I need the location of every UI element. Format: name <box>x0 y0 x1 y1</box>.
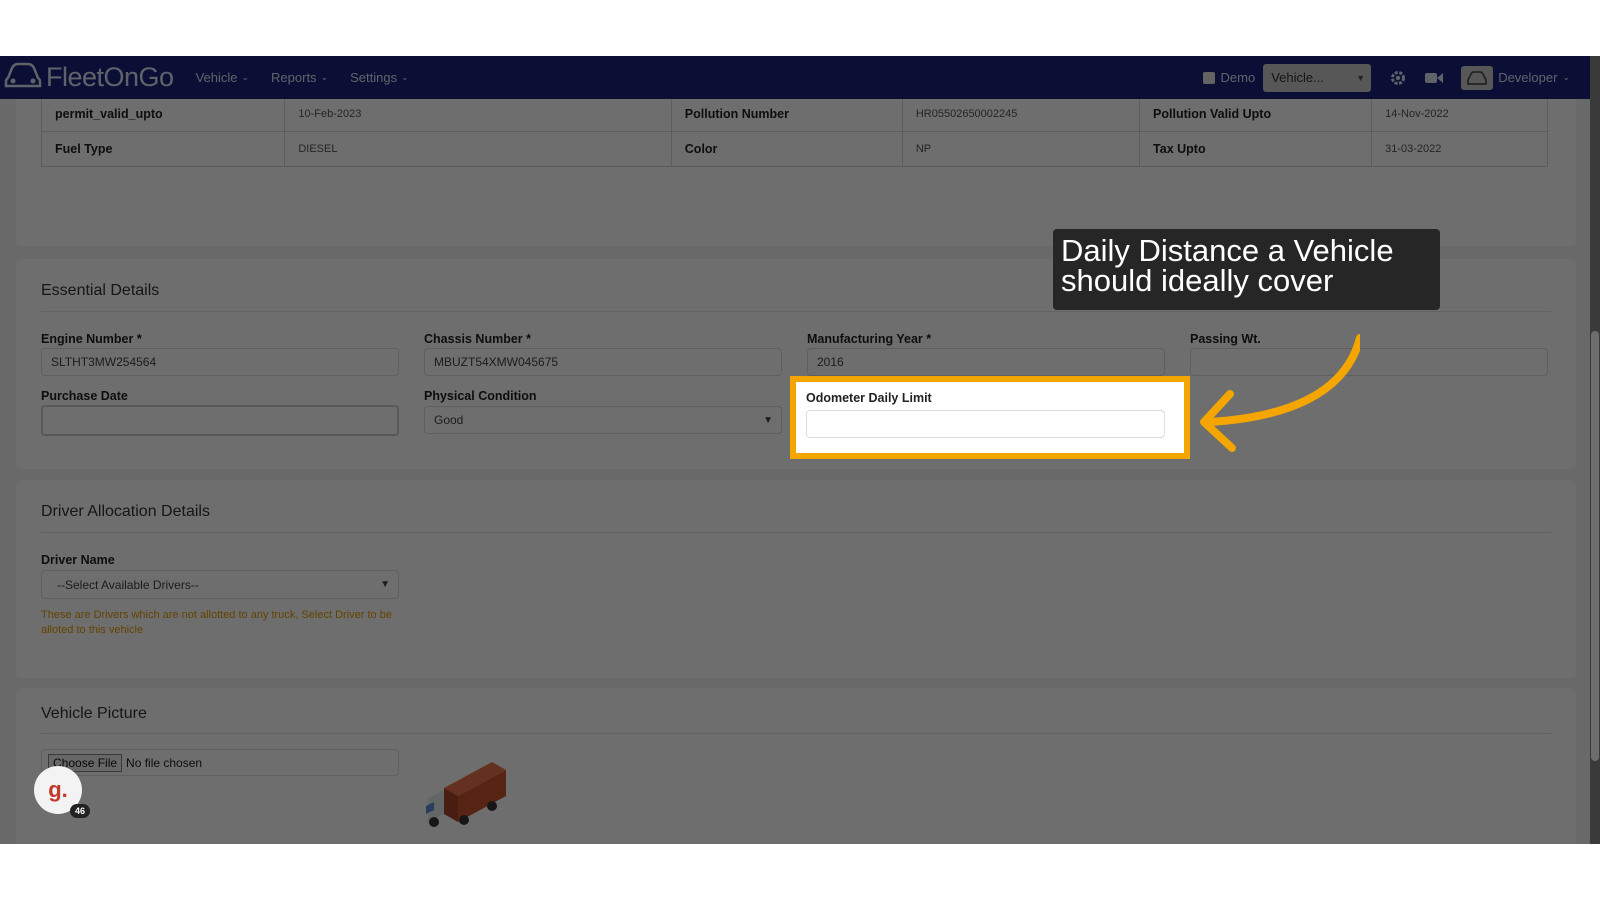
manufacturing-year-input[interactable]: 2016 <box>807 348 1165 376</box>
section-title-driver: Driver Allocation Details <box>41 503 210 520</box>
table-value-cell: 10-Feb-2023 <box>284 96 672 132</box>
driver-hint-text: These are Drivers which are not allotted… <box>41 609 392 636</box>
table-value-cell: DIESEL <box>284 131 672 167</box>
vehicle-truck-image <box>422 748 514 833</box>
driver-select[interactable]: --Select Available Drivers-- ▼ <box>41 570 399 599</box>
table-row: permit_valid_upto 10-Feb-2023 Pollution Nu… <box>40 96 1548 132</box>
divider <box>41 532 1551 533</box>
demo-toggle[interactable]: Demo <box>1202 70 1256 85</box>
avatar <box>1461 65 1494 90</box>
divider <box>41 733 1551 734</box>
table-key-cell: Pollution Valid Upto <box>1139 96 1373 132</box>
chevron-down-icon: ▼ <box>1356 72 1366 83</box>
table-key-cell: Pollution Number <box>670 96 903 132</box>
table-key-cell: Tax Upto <box>1139 131 1373 167</box>
chevron-down-icon: ⌄ <box>401 72 409 82</box>
demo-label: Demo <box>1220 70 1256 85</box>
table-key-cell: permit_valid_upto <box>40 96 286 132</box>
table-value-cell: HR05502650002245 <box>901 96 1141 132</box>
table-row: Fuel Type DIESEL Color NP Tax Upto 31-03-2022 <box>40 131 1548 167</box>
scrollbar-thumb[interactable] <box>1591 331 1599 761</box>
chassis-number-input[interactable]: MBUZT54XMW045675 <box>424 348 782 376</box>
table-key-cell: Fuel Type <box>40 131 286 167</box>
driver-select-value: --Select Available Drivers-- <box>57 577 199 592</box>
top-navbar: FleetOnGo Vehicle ⌄ Reports ⌄ Settings ⌄ De… <box>0 56 1590 99</box>
physical-condition-value: Good <box>434 413 464 427</box>
chevron-down-icon: ▼ <box>380 579 390 590</box>
engine-number-label: Engine Number * <box>41 332 142 346</box>
table-value-cell: NP <box>901 131 1141 167</box>
vehicle-picture-card: Vehicle Picture Choose File No file chos… <box>16 688 1576 844</box>
app-frame: Fitness Upto15-Nov-2023Registered AtRTA,… <box>0 56 1600 844</box>
demo-checkbox[interactable] <box>1202 71 1215 84</box>
section-title-picture: Vehicle Picture <box>41 705 147 722</box>
brand-logo[interactable]: FleetOnGo <box>4 60 174 95</box>
chevron-down-icon: ▼ <box>763 414 773 426</box>
physical-condition-select[interactable]: Good ▼ <box>424 406 782 434</box>
nav-menu-settings[interactable]: Settings ⌄ <box>350 70 409 85</box>
vehicle-select-value: Vehicle... <box>1271 70 1324 85</box>
vehicle-picture-file-input[interactable]: Choose File No file chosen <box>41 749 399 776</box>
help-widget-button[interactable]: g. 46 <box>34 766 90 818</box>
gear-icon[interactable] <box>1389 69 1407 87</box>
chassis-number-label: Chassis Number * <box>424 332 531 346</box>
notification-badge: 46 <box>69 804 90 818</box>
manufacturing-year-label: Manufacturing Year * <box>807 332 932 346</box>
video-camera-icon[interactable] <box>1425 71 1444 85</box>
navbar-right: Demo Vehicle... ▼ Developer ⌄ <box>1202 56 1591 99</box>
nav-menu-vehicle[interactable]: Vehicle ⌄ <box>196 70 249 85</box>
table-value-cell: 14-Nov-2022 <box>1371 96 1548 132</box>
nav-menu-reports[interactable]: Reports ⌄ <box>271 70 328 85</box>
nav-menu-label: Settings <box>350 70 398 85</box>
widget-logo-letter: g. <box>48 777 68 802</box>
odometer-daily-limit-label: Odometer Daily Limit <box>806 391 932 405</box>
table-key-cell: Color <box>670 131 903 167</box>
purchase-date-input[interactable] <box>41 405 399 436</box>
odometer-daily-limit-input[interactable] <box>806 410 1165 438</box>
arrow-icon <box>1190 334 1364 464</box>
car-icon <box>4 60 42 95</box>
purchase-date-label: Purchase Date <box>41 389 128 403</box>
chevron-down-icon: ⌄ <box>241 72 250 82</box>
vehicle-select[interactable]: Vehicle... ▼ <box>1263 63 1372 92</box>
odometer-highlight: Odometer Daily Limit <box>790 376 1190 459</box>
section-title-essential: Essential Details <box>41 282 160 299</box>
chevron-down-icon: ⌄ <box>320 72 329 82</box>
driver-name-label: Driver Name <box>41 553 115 567</box>
user-name: Developer <box>1498 70 1558 85</box>
physical-condition-label: Physical Condition <box>424 389 537 403</box>
nav-menu-label: Vehicle <box>195 70 238 85</box>
guide-tooltip: Daily Distance a Vehicle should ideally … <box>1053 229 1440 310</box>
table-value-cell: 31-03-2022 <box>1371 131 1548 167</box>
user-menu[interactable]: Developer ⌄ <box>1461 65 1570 90</box>
driver-allocation-card: Driver Allocation Details Driver Name --… <box>16 480 1576 678</box>
engine-number-input[interactable]: SLTHT3MW254564 <box>41 348 399 376</box>
brand-name: FleetOnGo <box>46 62 174 92</box>
divider <box>41 311 1551 312</box>
no-file-text: No file chosen <box>126 755 203 770</box>
page-scrollbar[interactable] <box>1590 56 1600 844</box>
nav-menu-label: Reports <box>271 70 317 85</box>
chevron-down-icon: ⌄ <box>1562 72 1570 82</box>
